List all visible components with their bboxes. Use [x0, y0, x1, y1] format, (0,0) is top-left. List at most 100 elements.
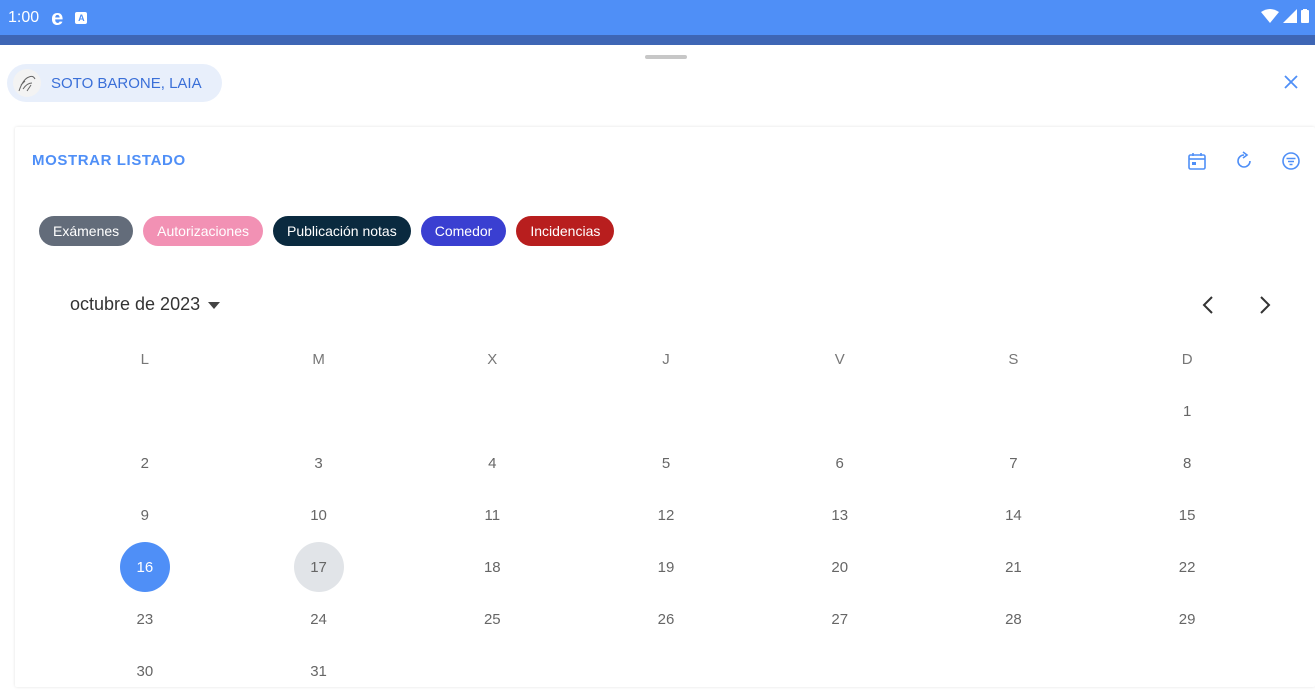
student-avatar	[13, 69, 41, 97]
day-cell	[405, 385, 579, 437]
day-cell: 6	[753, 437, 927, 489]
day-cell: 2	[58, 437, 232, 489]
day-15[interactable]: 15	[1162, 490, 1212, 540]
weekday-header: V	[834, 350, 845, 368]
month-selector[interactable]: octubre de 2023	[70, 294, 221, 315]
day-29[interactable]: 29	[1162, 594, 1212, 644]
day-27[interactable]: 27	[815, 594, 865, 644]
day-26[interactable]: 26	[641, 594, 691, 644]
day-cell: 11	[405, 489, 579, 541]
day-cell: 9	[58, 489, 232, 541]
day-5[interactable]: 5	[641, 438, 691, 488]
day-cell: 1	[1100, 385, 1274, 437]
calendar-view-button[interactable]	[1185, 149, 1209, 173]
chip-comedor[interactable]: Comedor	[420, 216, 507, 246]
day-20[interactable]: 20	[815, 542, 865, 592]
day-25[interactable]: 25	[467, 594, 517, 644]
day-1[interactable]: 1	[1162, 386, 1212, 436]
day-cell: 28	[927, 593, 1101, 645]
day-cell: 27	[753, 593, 927, 645]
day-cell	[579, 645, 753, 697]
day-3[interactable]: 3	[294, 438, 344, 488]
sheet-drag-handle[interactable]	[645, 55, 687, 59]
calendar-weeks: 1 2 3 4 5 6 7 8 9 10 11 12 13 14 15 16 17 18 19 20 21 22 23 24 2…	[58, 385, 1274, 697]
day-7[interactable]: 7	[988, 438, 1038, 488]
browser-e-icon: e	[51, 4, 64, 30]
chevron-right-icon	[1260, 296, 1271, 314]
day-cell: 5	[579, 437, 753, 489]
month-label: octubre de 2023	[70, 294, 201, 314]
day-21[interactable]: 21	[988, 542, 1038, 592]
day-cell	[753, 645, 927, 697]
app-bar-strip	[0, 35, 1315, 45]
day-11[interactable]: 11	[467, 490, 517, 540]
calendar-card: MOSTRAR LISTADO Exámenes Autorizaciones …	[15, 127, 1315, 687]
chip-publicacion-notas[interactable]: Publicación notas	[272, 216, 411, 246]
day-30[interactable]: 30	[120, 646, 170, 696]
day-cell: 14	[927, 489, 1101, 541]
day-cell	[405, 645, 579, 697]
day-8[interactable]: 8	[1162, 438, 1212, 488]
chip-autorizaciones[interactable]: Autorizaciones	[143, 216, 263, 246]
day-cell: 31	[232, 645, 406, 697]
status-bar: 1:00 e A	[0, 0, 1315, 35]
day-cell: 15	[1100, 489, 1274, 541]
filter-button[interactable]	[1279, 149, 1303, 173]
weekday-header: X	[487, 350, 498, 368]
day-17[interactable]: 17	[293, 542, 344, 592]
day-cell: 8	[1100, 437, 1274, 489]
card-toolbar	[1185, 149, 1303, 173]
show-list-button[interactable]: MOSTRAR LISTADO	[32, 152, 186, 169]
student-chip[interactable]: SOTO BARONE, LAIA	[7, 64, 222, 102]
dropdown-caret-icon	[208, 302, 221, 309]
refresh-button[interactable]	[1232, 149, 1256, 173]
status-right-icons	[1261, 9, 1309, 23]
day-13[interactable]: 13	[815, 490, 865, 540]
day-cell	[753, 385, 927, 437]
day-cell: 18	[405, 541, 579, 593]
day-12[interactable]: 12	[641, 490, 691, 540]
day-cell	[1100, 645, 1274, 697]
day-31[interactable]: 31	[294, 646, 344, 696]
day-cell: 22	[1100, 541, 1274, 593]
day-cell: 21	[927, 541, 1101, 593]
week-row: 9 10 11 12 13 14 15	[58, 489, 1274, 541]
day-24[interactable]: 24	[294, 594, 344, 644]
day-18[interactable]: 18	[467, 542, 517, 592]
day-16[interactable]: 16	[119, 542, 170, 592]
day-9[interactable]: 9	[120, 490, 170, 540]
weekday-header: M	[312, 350, 325, 368]
weekday-header: S	[1008, 350, 1019, 368]
chip-examenes[interactable]: Exámenes	[39, 216, 134, 246]
day-22[interactable]: 22	[1162, 542, 1212, 592]
chip-incidencias[interactable]: Incidencias	[516, 216, 615, 246]
status-time: 1:00	[8, 8, 40, 26]
weekday-header: J	[662, 350, 670, 368]
next-month-button[interactable]	[1253, 293, 1277, 317]
day-cell: 7	[927, 437, 1101, 489]
day-cell: 19	[579, 541, 753, 593]
day-cell: 23	[58, 593, 232, 645]
day-23[interactable]: 23	[120, 594, 170, 644]
day-2[interactable]: 2	[120, 438, 170, 488]
refresh-icon	[1237, 151, 1251, 168]
day-cell: 20	[753, 541, 927, 593]
day-6[interactable]: 6	[815, 438, 865, 488]
day-cell: 13	[753, 489, 927, 541]
previous-month-button[interactable]	[1196, 293, 1220, 317]
day-28[interactable]: 28	[988, 594, 1038, 644]
day-10[interactable]: 10	[294, 490, 344, 540]
day-19[interactable]: 19	[641, 542, 691, 592]
calendar-grid: L M X J V S D 1 2 3 4 5 6 7 8 9 10 11 12 13 14 15 16 17 1…	[58, 333, 1274, 697]
calendar-icon	[1188, 153, 1206, 170]
day-cell	[579, 385, 753, 437]
day-cell: 17	[232, 541, 406, 593]
day-14[interactable]: 14	[988, 490, 1038, 540]
weekday-header: L	[140, 350, 150, 368]
close-button[interactable]	[1279, 70, 1303, 94]
day-cell: 25	[405, 593, 579, 645]
day-4[interactable]: 4	[467, 438, 517, 488]
signal-icon	[1283, 9, 1297, 23]
week-row: 23 24 25 26 27 28 29	[58, 593, 1274, 645]
day-cell	[927, 385, 1101, 437]
